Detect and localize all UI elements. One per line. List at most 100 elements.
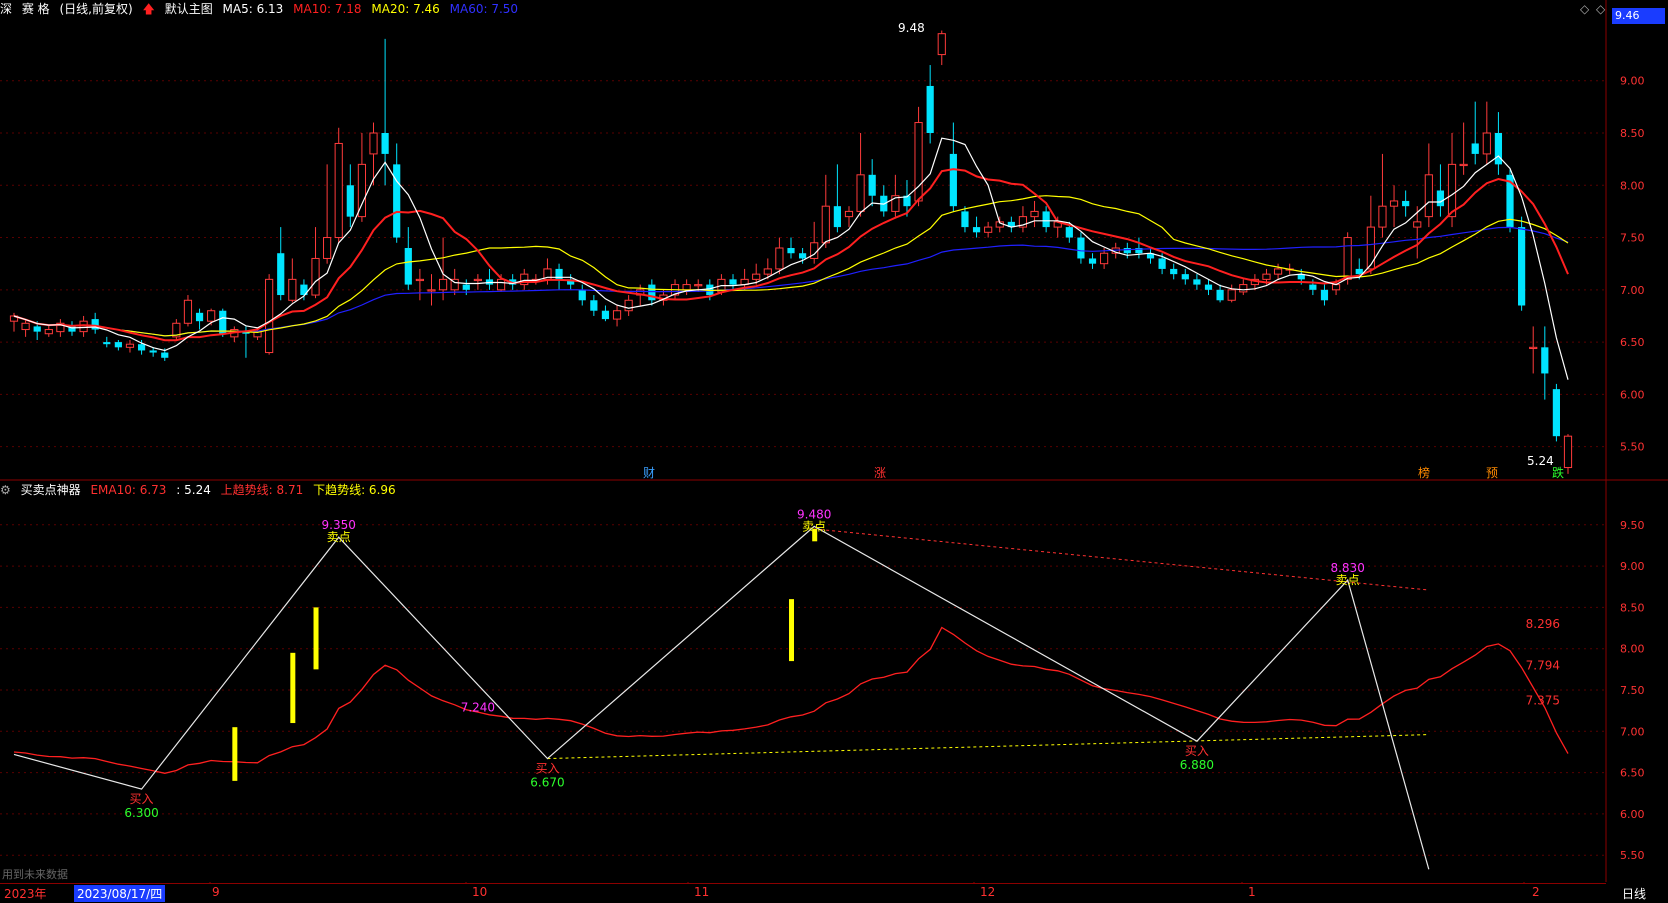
candle-body: [1239, 284, 1248, 293]
candle-body: [346, 185, 354, 217]
year-label: 2023年: [4, 887, 47, 901]
candle-body: [590, 300, 598, 311]
candle-body: [1389, 200, 1399, 207]
candle-body: [381, 133, 389, 154]
stock-name: 赛 格: [21, 2, 50, 16]
candle-body: [462, 284, 470, 290]
candle-body: [868, 174, 876, 196]
candle-body: [1552, 389, 1560, 437]
candle-body: [844, 210, 854, 218]
candle-body: [404, 248, 412, 285]
candle-body: [612, 310, 622, 320]
y-tick-label: 9.00: [1620, 560, 1645, 573]
candle-body: [195, 312, 204, 322]
candle-body: [1459, 163, 1468, 167]
month-label: 2: [1532, 885, 1540, 899]
candle-body: [763, 268, 772, 275]
candle-body: [856, 174, 865, 212]
candle-body: [393, 164, 401, 238]
y-tick-label: 5.50: [1620, 441, 1645, 454]
chart-mode: (日线,前复权): [59, 2, 133, 16]
candle-body: [137, 344, 146, 351]
candle-body: [1193, 279, 1201, 285]
candle-body: [438, 278, 448, 291]
collapse-icon[interactable]: ◇: [1596, 2, 1605, 16]
candle-body: [833, 206, 841, 228]
candle-body: [578, 289, 586, 301]
candle-body: [1413, 221, 1422, 228]
y-tick-label: 7.50: [1620, 684, 1645, 697]
marker-yu[interactable]: 预: [1486, 464, 1498, 481]
buy-point-label: 买入: [535, 762, 559, 776]
candle-body: [1343, 237, 1352, 280]
candle-body: [1309, 284, 1317, 290]
y-tick-label: 9.50: [1620, 519, 1645, 532]
indicator-panel: 6.300买入9.350卖点7.2406.670买入9.480卖点6.880买入…: [13, 507, 1569, 870]
candle-body: [311, 257, 320, 296]
candle-body: [821, 205, 830, 244]
candle-body: [265, 278, 274, 354]
cursor-date: 2023/08/17/四: [74, 885, 166, 902]
candle-body: [114, 342, 122, 348]
sell-point-label: 卖点: [1336, 573, 1360, 587]
candle-body: [1563, 435, 1573, 469]
main-header: 深 赛 格 (日线,前复权) 🡅 默认主图 MA5: 6.13 MA10: 7.…: [0, 0, 524, 18]
candle-body: [277, 253, 285, 296]
candle-body: [1402, 200, 1410, 207]
indicator-name[interactable]: 买卖点神器: [21, 483, 81, 497]
y-tick-label: 8.50: [1620, 601, 1645, 614]
sell-point-label: 卖点: [802, 519, 826, 533]
marker-bang[interactable]: 榜: [1418, 464, 1430, 481]
price-indicator-box: 9.46: [1612, 8, 1665, 24]
current-value: : 5.24: [176, 483, 211, 497]
template-name[interactable]: 默认主图: [165, 2, 213, 16]
candle-body: [103, 342, 111, 345]
candle-body: [624, 299, 633, 312]
candle-body: [1123, 248, 1131, 254]
candle-body: [427, 289, 436, 292]
marker-zhang[interactable]: 涨: [874, 464, 886, 481]
pivot-value-label: 6.300: [124, 806, 158, 820]
period-button[interactable]: 日线: [1622, 885, 1646, 902]
marker-cai[interactable]: 财: [643, 464, 655, 481]
candle-body: [473, 278, 482, 282]
candle-body: [334, 142, 343, 239]
candle-body: [1471, 143, 1479, 154]
candle-body: [972, 227, 981, 233]
y-tick-label: 6.50: [1620, 767, 1645, 780]
candle-body: [729, 279, 737, 285]
candle-body: [961, 211, 969, 228]
y-tick-label: 5.50: [1620, 849, 1645, 862]
diamond-icon[interactable]: ◇: [1580, 2, 1589, 16]
high-price-label: 9.48: [898, 21, 925, 35]
pivot-value-label: 6.880: [1180, 758, 1214, 772]
low-price-label: 5.24: [1527, 454, 1554, 468]
candle-body: [1181, 274, 1189, 280]
month-label: 11: [694, 885, 710, 899]
candle-body: [1227, 289, 1236, 301]
candle-body: [787, 248, 795, 254]
candle-body: [1331, 284, 1341, 291]
candle-body: [1424, 174, 1433, 218]
marker-die[interactable]: 跌: [1552, 464, 1564, 481]
y-axis: 5.50 6.00 6.50 7.00 7.50 8.00 8.50 9.00 5.50 6.00…: [1620, 75, 1645, 862]
candle-body: [926, 85, 934, 133]
chart-stage: 6.300买入9.350卖点7.2406.670买入9.480卖点6.880买入…: [0, 0, 1668, 902]
up-trend-value: 上趋势线: 8.71: [220, 483, 304, 497]
indicator-settings-icon[interactable]: ⚙: [0, 483, 11, 497]
candle-body: [694, 284, 703, 287]
sell-point-label: 卖点: [327, 530, 351, 544]
month-label: 9: [212, 885, 220, 899]
candle-body: [799, 253, 807, 259]
indicator-right-value: 8.296: [1526, 617, 1560, 631]
candle-body: [601, 310, 610, 320]
candle-body: [1204, 284, 1213, 290]
down-trend-value: 下趋势线: 6.96: [313, 483, 396, 497]
date-axis: [0, 883, 1606, 903]
moving-average-lines: [13, 137, 1569, 380]
up-arrow-icon[interactable]: 🡅: [143, 2, 155, 16]
ma60-value: MA60: 7.50: [449, 2, 519, 16]
candle-body: [323, 237, 332, 259]
candle-body: [1320, 289, 1329, 301]
candle-body: [1366, 226, 1375, 270]
